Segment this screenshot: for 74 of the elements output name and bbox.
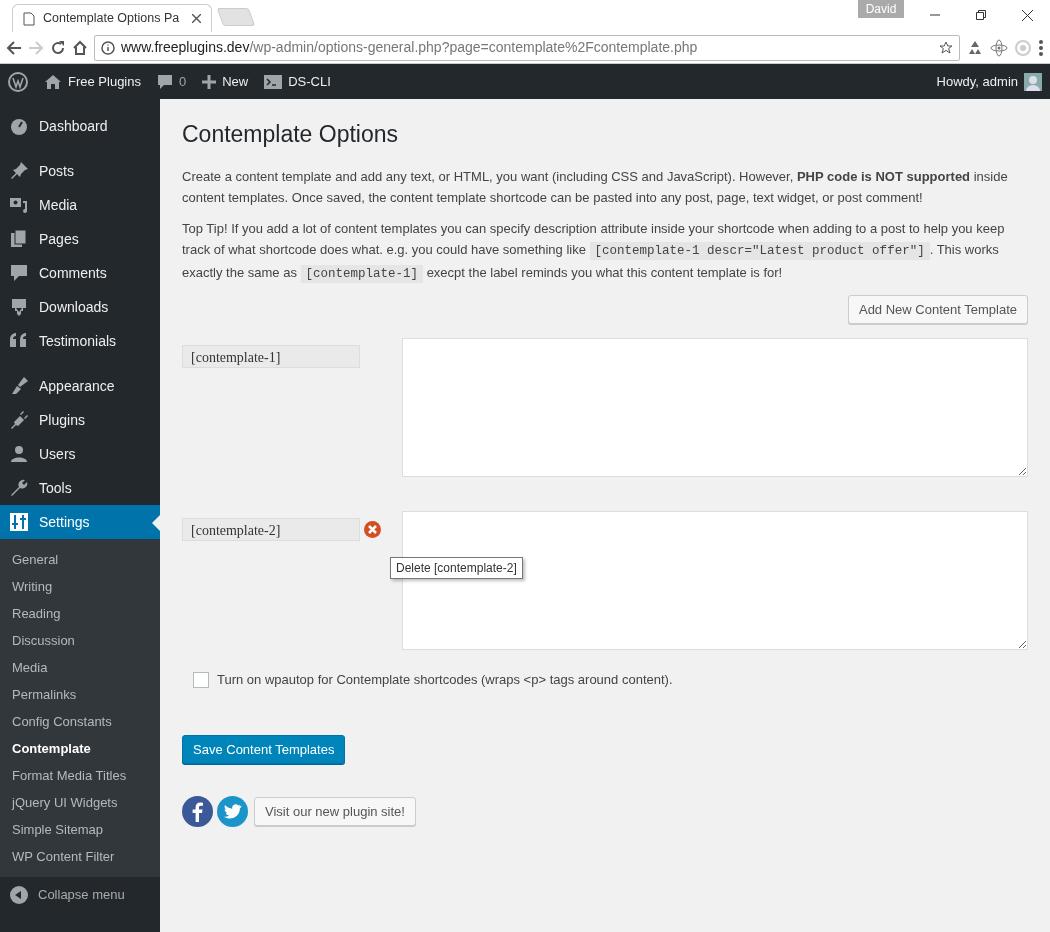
- submenu-item[interactable]: Discussion: [0, 627, 160, 654]
- submenu-item[interactable]: Permalinks: [0, 681, 160, 708]
- menu-item[interactable]: Testimonials: [0, 324, 160, 358]
- download-icon: [9, 297, 29, 317]
- description-paragraph: Create a content template and add any text, or HTML, you want (including CSS and JavaScript). However, PHP code is NOT supported inside content templates. Once saved, the content template shortcode can be pasted into any post, page, text widget, or post comment!: [182, 167, 1009, 207]
- atom-icon[interactable]: [990, 38, 1008, 57]
- collapse-icon[interactable]: [10, 885, 28, 904]
- url-text: www.freeplugins.dev/wp-admin/options-general.php?page=contemplate%2Fcontemplate.php: [121, 38, 698, 57]
- submenu-item[interactable]: Config Constants: [0, 708, 160, 735]
- home-icon: [44, 73, 62, 90]
- submenu-item[interactable]: Simple Sitemap: [0, 816, 160, 843]
- terminal-icon: [264, 74, 283, 89]
- menu-item[interactable]: Settings: [0, 505, 160, 539]
- menu-item[interactable]: Pages: [0, 222, 160, 256]
- submenu-item[interactable]: Format Media Titles: [0, 762, 160, 789]
- delete-icon[interactable]: [364, 521, 381, 539]
- shortcode-label: [contemplate-1]: [182, 345, 360, 369]
- menu-item[interactable]: Tools: [0, 471, 160, 505]
- save-button[interactable]: Save Content Templates: [182, 734, 346, 765]
- greeting-link[interactable]: Howdy, admin: [936, 71, 1018, 92]
- comment-count[interactable]: 0: [179, 71, 187, 92]
- page-icon: [23, 11, 35, 26]
- close-icon[interactable]: [192, 14, 201, 23]
- user-icon: [9, 444, 29, 464]
- star-icon[interactable]: [939, 40, 953, 55]
- media-icon: [9, 195, 29, 215]
- pages-icon: [9, 229, 29, 249]
- menu-item[interactable]: Plugins: [0, 403, 160, 437]
- submenu-item[interactable]: WP Content Filter: [0, 843, 160, 870]
- tab-title: Contemplate Options Pa: [43, 10, 180, 28]
- plug-icon: [9, 410, 29, 430]
- site-link[interactable]: Free Plugins: [68, 71, 141, 92]
- add-template-button[interactable]: Add New Content Template: [847, 294, 1028, 325]
- visit-site-button[interactable]: Visit our new plugin site!: [254, 796, 416, 827]
- info-icon: [101, 40, 115, 55]
- cli-link[interactable]: DS-CLI: [288, 71, 331, 92]
- menu-icon[interactable]: [1038, 38, 1044, 57]
- menu-item[interactable]: Appearance: [0, 369, 160, 403]
- comment-icon: [9, 263, 29, 283]
- menu-item[interactable]: Comments: [0, 256, 160, 290]
- shortcode-label: [contemplate-2]: [182, 518, 360, 542]
- submenu-item[interactable]: General: [0, 546, 160, 573]
- home-icon[interactable]: [72, 39, 88, 56]
- wordpress-logo-icon[interactable]: [8, 71, 28, 92]
- menu-item[interactable]: Users: [0, 437, 160, 471]
- menu-item[interactable]: Posts: [0, 154, 160, 188]
- submenu-item[interactable]: Media: [0, 654, 160, 681]
- description-paragraph: Top Tip! If you add a lot of content templates you can specify description attribute inside your shortcode when adding to a post to help you keep track of what shortcode does what. e.g. you could have something like [contemplate-1 descr="Latest product offer"] . This works exactly the same as [contemplate-1] execpt the label reminds you what this content template is for!: [182, 219, 1006, 285]
- menu-item[interactable]: Downloads: [0, 290, 160, 324]
- menu-item[interactable]: Dashboard: [0, 109, 160, 143]
- menu-item[interactable]: Media: [0, 188, 160, 222]
- address-bar[interactable]: www.freeplugins.dev/wp-admin/options-general.php?page=contemplate%2Fcontemplate.php: [94, 34, 960, 61]
- new-link[interactable]: New: [222, 71, 249, 92]
- submenu-item[interactable]: jQuery UI Widgets: [0, 789, 160, 816]
- wrench-icon: [9, 478, 29, 498]
- page-title: Contemplate Options: [182, 121, 400, 149]
- dashboard-icon: [9, 116, 29, 136]
- facebook-icon[interactable]: [182, 796, 213, 828]
- back-icon[interactable]: [6, 39, 22, 56]
- submenu-item[interactable]: Reading: [0, 600, 160, 627]
- plus-icon: [202, 74, 217, 89]
- submenu-item[interactable]: Contemplate: [0, 735, 160, 762]
- comment-icon: [157, 73, 173, 90]
- brush-icon: [9, 376, 29, 396]
- collapse-menu-link[interactable]: Collapse menu: [38, 885, 125, 905]
- settings-icon: [9, 512, 29, 532]
- checkbox[interactable]: [193, 671, 209, 688]
- avatar-icon[interactable]: [1024, 72, 1042, 91]
- browser-tab[interactable]: Contemplate Options Pa: [12, 4, 212, 32]
- pin-icon: [9, 161, 29, 181]
- reload-icon[interactable]: [50, 39, 66, 56]
- submenu-item[interactable]: Writing: [0, 573, 160, 600]
- checkbox-label: Turn on wpautop for Contemplate shortcodes (wraps <p> tags around content).: [217, 671, 673, 690]
- twitter-icon[interactable]: [217, 796, 248, 828]
